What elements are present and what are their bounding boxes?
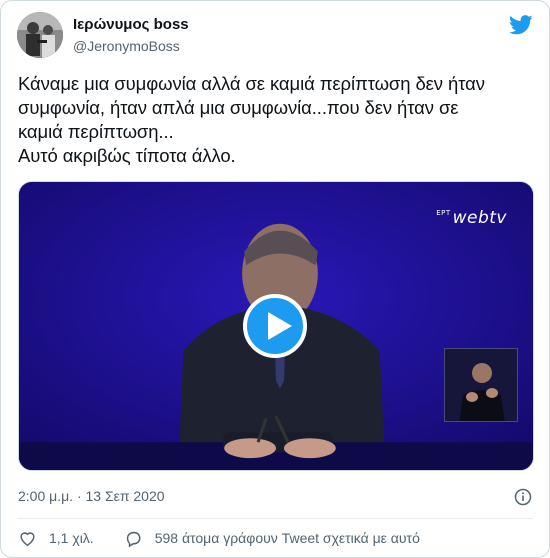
- speech-bubble-icon: [126, 531, 141, 547]
- twitter-bird-icon[interactable]: [509, 14, 533, 36]
- like-button[interactable]: 1,1 χιλ.: [18, 529, 94, 548]
- tweet-text: Κάναμε μια συμφωνία αλλά σε καμιά περίπτ…: [18, 72, 538, 168]
- author-block: Ιερώνυμος boss @JeronymoBoss: [73, 16, 189, 55]
- tweet-text-line: Αυτό ακριβώς τίποτα άλλο.: [18, 145, 236, 166]
- tweet-text-line: Κάναμε μια συμφωνία αλλά σε καμιά περίπτ…: [18, 73, 485, 94]
- likes-count: 1,1 χιλ.: [49, 530, 94, 546]
- tweet-text-line: συμφωνία, ήταν απλά μια συμφωνία...που δ…: [18, 97, 459, 118]
- play-button[interactable]: [243, 294, 307, 358]
- sign-language-inset: [444, 348, 518, 422]
- play-icon: [268, 312, 292, 340]
- webtv-logo: ΕΡΤ webtv: [436, 208, 507, 228]
- author-display-name[interactable]: Ιερώνυμος boss: [73, 16, 189, 34]
- ert-logo-prefix: ΕΡΤ: [436, 209, 451, 217]
- tweet-actions: 1,1 χιλ. 598 άτομα γράφουν Tweet σχετικά…: [18, 528, 420, 548]
- sign-language-interpreter: [445, 349, 517, 421]
- author-handle[interactable]: @JeronymoBoss: [73, 37, 189, 55]
- tweet-timestamp[interactable]: 2:00 μ.μ. · 13 Σεπ 2020: [18, 488, 165, 504]
- video-player[interactable]: ΕΡΤ webtv: [18, 181, 534, 471]
- divider: [17, 518, 533, 519]
- avatar[interactable]: [17, 12, 63, 58]
- tweet-text-line: καμιά περίπτωση...: [18, 121, 174, 142]
- discussion-link[interactable]: 598 άτομα γράφουν Tweet σχετικά με αυτό: [124, 529, 420, 548]
- tweet-embed-card: Ιερώνυμος boss @JeronymoBoss Κάναμε μια …: [0, 0, 550, 558]
- info-icon[interactable]: [514, 488, 532, 506]
- heart-icon: [20, 531, 35, 546]
- webtv-logo-text: webtv: [452, 208, 507, 228]
- discussion-text: 598 άτομα γράφουν Tweet σχετικά με αυτό: [154, 530, 420, 546]
- avatar-image: [17, 12, 63, 58]
